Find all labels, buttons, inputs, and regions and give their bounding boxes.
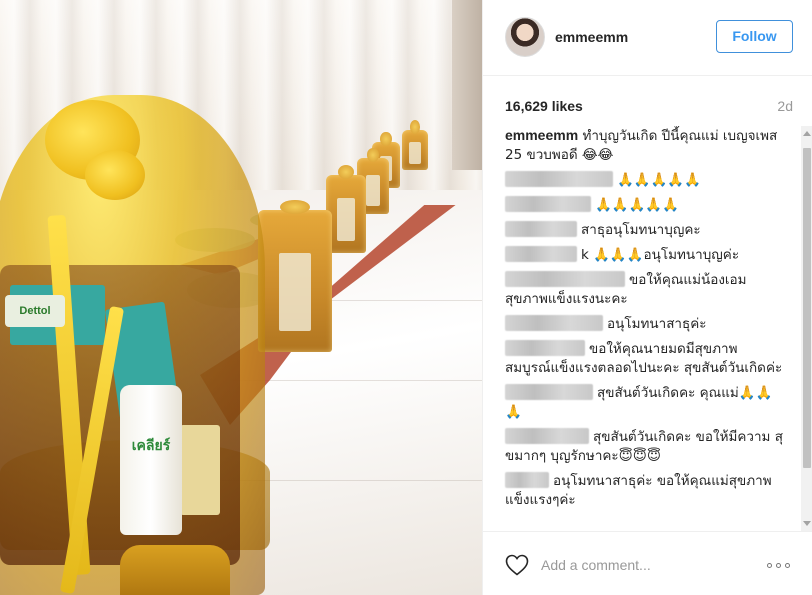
- likes-row: 16,629 likes 2d: [483, 76, 812, 126]
- comment-text: 🙏🙏🙏🙏🙏: [595, 197, 680, 213]
- blurred-username[interactable]: [505, 246, 577, 262]
- blurred-username[interactable]: [505, 428, 589, 444]
- likes-count[interactable]: 16,629 likes: [505, 98, 583, 114]
- heart-outline-icon[interactable]: [505, 554, 529, 576]
- comment-item: k 🙏🙏🙏อนุโมทนาบุญค่ะ: [505, 246, 783, 265]
- comment-item: สุขสันต์วันเกิดคะ ขอให้มีความ สุขมากๆ บุ…: [505, 428, 783, 466]
- comment-item: ขอให้คุณแม่น้องเอม สุขภาพแข็งแรงนะคะ: [505, 271, 783, 309]
- blurred-username[interactable]: [505, 315, 603, 331]
- scroll-thumb[interactable]: [803, 148, 811, 468]
- bow-decoration: [85, 150, 145, 200]
- comment-item: ขอให้คุณนายมดมีสุขภาพ สมบูรณ์แข็งแรงตลอด…: [505, 340, 783, 378]
- username-link[interactable]: emmeemm: [555, 29, 628, 45]
- post-timestamp[interactable]: 2d: [777, 98, 793, 114]
- follow-button[interactable]: Follow: [716, 20, 793, 53]
- avatar[interactable]: [505, 17, 545, 57]
- blurred-username[interactable]: [505, 171, 613, 187]
- comment-item: 🙏🙏🙏🙏🙏: [505, 171, 783, 190]
- gift-basket: [326, 165, 366, 253]
- comment-text: อนุโมทนาสาธุค่ะ: [607, 316, 707, 332]
- gift-basket: [258, 200, 332, 352]
- comment-footer: [483, 531, 812, 595]
- blurred-username[interactable]: [505, 271, 625, 287]
- comment-item: อนุโมทนาสาธุค่ะ ขอให้คุณแม่สุขภาพ แข็งแร…: [505, 472, 783, 510]
- scroll-down-arrow-icon[interactable]: [803, 521, 811, 526]
- comment-item: สุขสันต์วันเกิดคะ คุณแม่🙏🙏 🙏: [505, 384, 783, 422]
- comment-item: สาธุอนุโมทนาบุญคะ: [505, 221, 783, 240]
- comment-item: 🙏🙏🙏🙏🙏: [505, 196, 783, 215]
- post-header: emmeemm Follow: [483, 0, 812, 76]
- gift-basket: [402, 120, 428, 170]
- blurred-username[interactable]: [505, 472, 549, 488]
- blurred-username[interactable]: [505, 384, 593, 400]
- wall-corner: [452, 0, 482, 170]
- comment-author-link[interactable]: emmeemm: [505, 127, 578, 143]
- blurred-username[interactable]: [505, 221, 577, 237]
- scroll-up-arrow-icon[interactable]: [803, 131, 811, 136]
- post-side-panel: emmeemm Follow 16,629 likes 2d emmeemm ท…: [482, 0, 812, 595]
- blurred-username[interactable]: [505, 340, 585, 356]
- comment-item: emmeemm ทำบุญวันเกิด ปีนี้คุณแม่ เบญจเพส…: [505, 126, 783, 165]
- shampoo-label: เคลียร์: [131, 438, 171, 454]
- comment-text: k 🙏🙏🙏อนุโมทนาบุญค่ะ: [581, 247, 740, 263]
- shampoo-bottle: เคลียร์: [120, 385, 182, 535]
- blurred-username[interactable]: [505, 196, 591, 212]
- comment-text: 🙏🙏🙏🙏🙏: [617, 172, 702, 188]
- comment-list: emmeemm ทำบุญวันเกิด ปีนี้คุณแม่ เบญจเพส…: [483, 126, 801, 531]
- more-dots-icon[interactable]: [767, 556, 795, 574]
- dettol-soap-box: Dettol: [5, 295, 65, 327]
- post-photo[interactable]: Dettol เคลียร์: [0, 0, 482, 595]
- product-box: [180, 425, 220, 515]
- comment-text: สาธุอนุโมทนาบุญคะ: [581, 222, 701, 238]
- comment-scrollbar[interactable]: [801, 126, 812, 531]
- add-comment-input[interactable]: [541, 554, 751, 576]
- basket-pedestal: [120, 545, 230, 595]
- comment-item: อนุโมทนาสาธุค่ะ: [505, 315, 783, 334]
